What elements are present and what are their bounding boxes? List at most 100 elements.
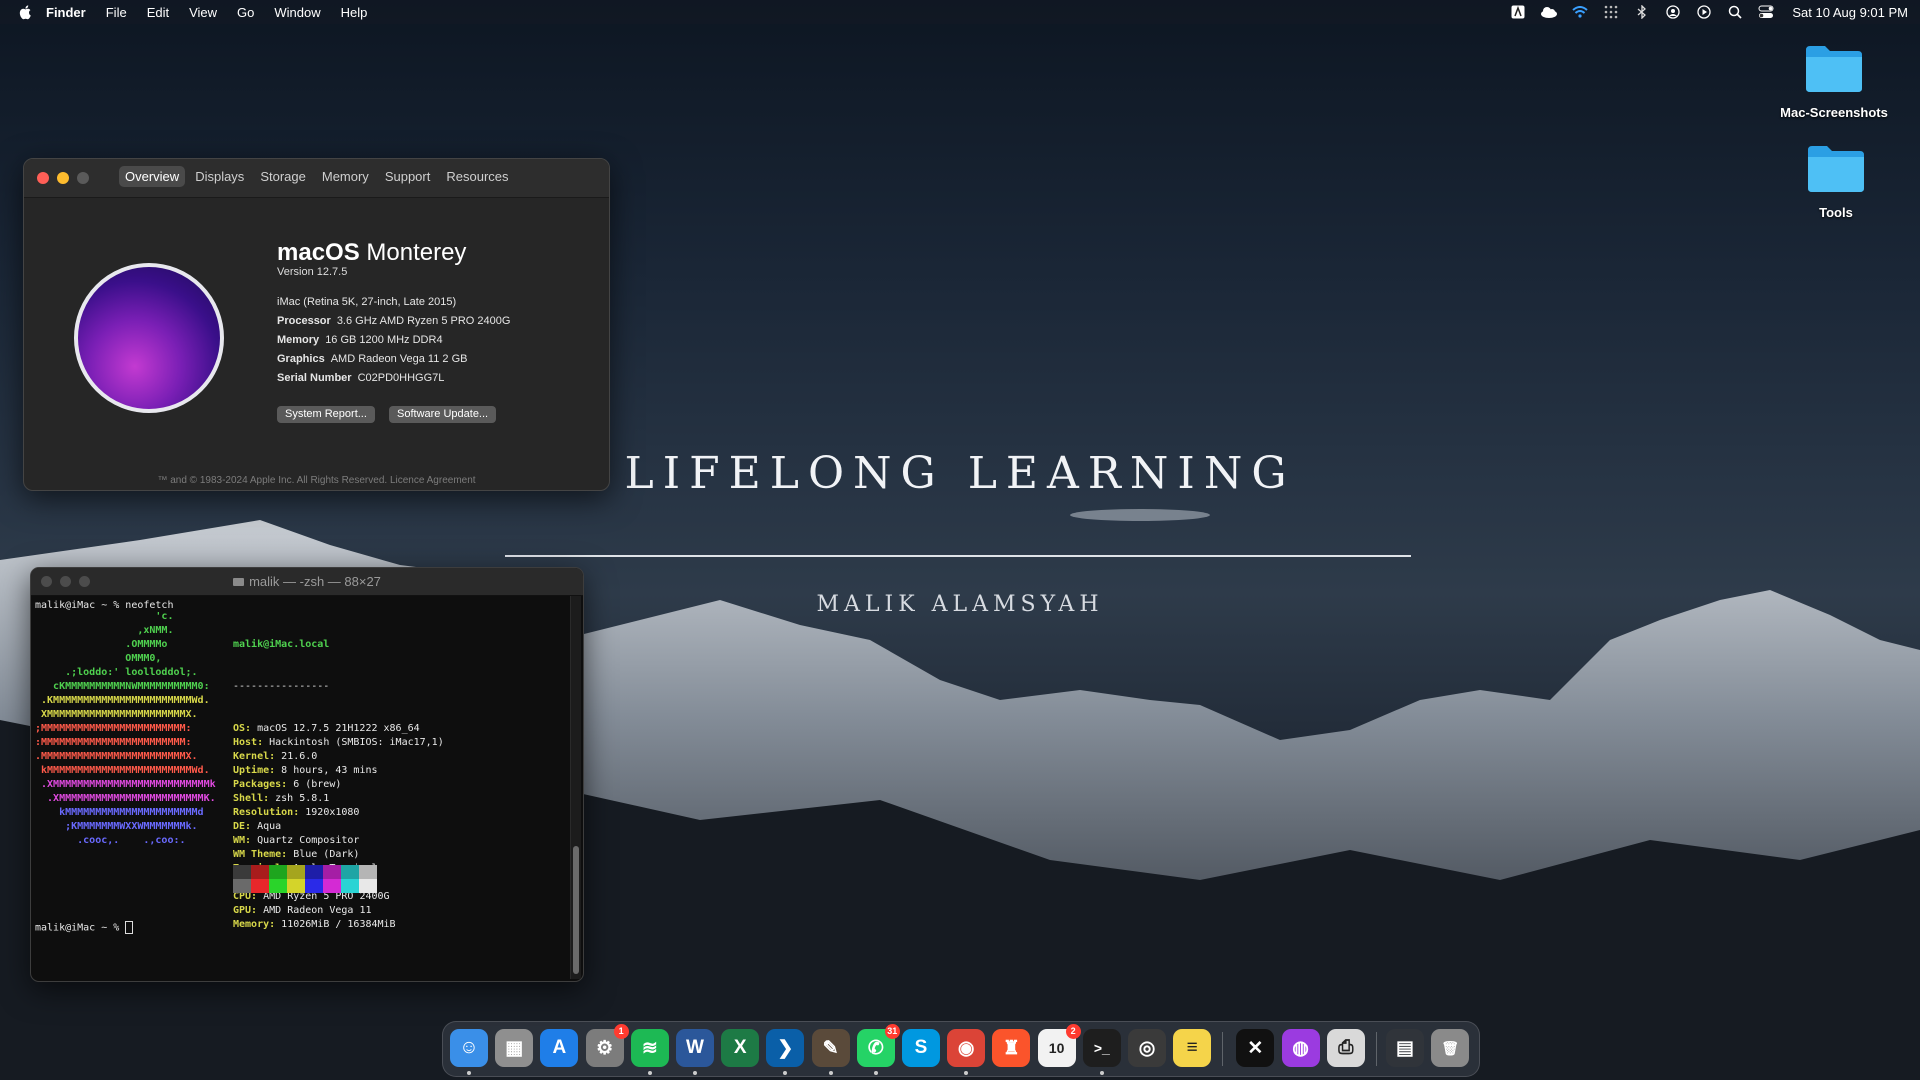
grid-icon[interactable] [1602,4,1619,20]
menu-go[interactable]: Go [237,5,254,20]
menu-app-finder[interactable]: Finder [46,5,86,20]
menubar-clock[interactable]: Sat 10 Aug 9:01 PM [1792,5,1908,20]
now-playing-icon[interactable] [1695,4,1712,20]
info-key: Resolution: [233,807,300,818]
ascii-line: ;MMMMMMMMMMMMMMMMMMMMMMMM: [35,723,192,734]
dock-calendar[interactable]: 10 2 [1037,1024,1081,1067]
dock-podcasts[interactable]: ◍ [1281,1029,1320,1067]
info-key: OS: [233,723,252,734]
info-value: Quartz Compositor [251,835,360,846]
software-update-button[interactable]: Software Update... [389,406,497,423]
dock-word[interactable]: W [676,1029,714,1075]
system-report-button[interactable]: System Report... [277,406,375,423]
tab-displays[interactable]: Displays [189,166,250,187]
user-account-icon[interactable] [1664,4,1681,20]
tab-overview[interactable]: Overview [119,166,186,187]
printer-icon: ⎙ [1338,1037,1354,1058]
color-swatch [233,865,251,879]
spec-graphics: Graphics AMD Radeon Vega 11 2 GB [277,353,467,365]
ascii-line: OMMM0, [35,653,162,664]
dock-whatsapp[interactable]: ✆ 31 [856,1024,900,1075]
spec-processor: Processor 3.6 GHz AMD Ryzen 5 PRO 2400G [277,315,510,327]
ascii-line: kMMMMMMMMMMMMMMMMMMMMMMd [35,807,204,818]
spec-value: 3.6 GHz AMD Ryzen 5 PRO 2400G [336,315,511,327]
calendar-icon: 10 [1048,1040,1065,1056]
ascii-line: .XMMMMMMMMMMMMMMMMMMMMMMMMMMk [35,779,216,790]
shell-prompt[interactable]: malik@iMac ~ % [35,921,134,936]
terminal-window: malik — -zsh — 88×27 malik@iMac ~ % neof… [30,567,584,982]
dock-spotify[interactable]: ≋ [630,1029,669,1075]
wifi-icon[interactable] [1571,4,1588,20]
dock-printer[interactable]: ⎙ [1326,1029,1365,1067]
spotlight-search-icon[interactable] [1726,4,1743,20]
spec-key: Processor [277,315,331,327]
info-key: Uptime: [233,765,276,776]
dock-photos-editor[interactable]: ✎ [811,1029,850,1075]
desktop-folder-tools[interactable]: Tools [1776,142,1896,220]
vscode-icon: ❯ [777,1037,794,1059]
bluetooth-off-icon[interactable] [1633,4,1650,20]
menu-file[interactable]: File [106,5,127,20]
dock-launchpad[interactable]: ▦ [495,1029,534,1067]
info-key: Shell: [233,793,270,804]
tab-storage[interactable]: Storage [254,166,312,187]
tab-support[interactable]: Support [379,166,437,187]
dock-terminal[interactable]: >_ [1082,1029,1121,1075]
menu-view[interactable]: View [189,5,217,20]
spec-key: Graphics [277,353,325,365]
color-swatch [359,879,377,893]
info-key: WM: [233,835,252,846]
running-indicator [964,1071,969,1075]
finder-icon: ☺ [459,1037,479,1058]
dock-app-store[interactable]: A [540,1029,579,1067]
icloud-icon[interactable] [1540,4,1558,20]
control-center-icon[interactable] [1757,4,1774,20]
text-input-icon[interactable] [1509,4,1526,20]
dock-brave[interactable]: ♜ [992,1029,1031,1067]
running-indicator [647,1071,652,1075]
tab-memory[interactable]: Memory [316,166,375,187]
dock-system-preferences[interactable]: ⚙ 1 [585,1024,629,1067]
desktop-folder-mac-screenshots[interactable]: Mac-Screenshots [1774,42,1894,120]
info-value: Blue (Dark) [287,849,360,860]
menu-help[interactable]: Help [341,5,368,20]
dock-excel[interactable]: X [721,1029,760,1067]
minimize-button[interactable] [57,172,69,184]
wallpaper-title: LIFELONG LEARNING [624,448,1296,499]
info-value: macOS 12.7.5 21H1222 x86_64 [251,723,420,734]
info-row: DE: Aqua [233,820,444,834]
scroll-thumb[interactable] [573,846,579,974]
terminal-scrollbar[interactable] [570,596,581,979]
podcasts-icon: ◍ [1292,1037,1309,1059]
dock-trash[interactable]: 🗑 [1431,1029,1470,1067]
dock-downloads-stack[interactable]: ▤ [1386,1029,1424,1067]
info-row: Resolution: 1920x1080 [233,806,444,820]
info-value: 11026MiB / 16384MiB [275,919,396,930]
dock-skype[interactable]: S [902,1029,940,1067]
dock-screenshot[interactable]: ◎ [1128,1029,1166,1067]
ascii-line: .XMMMMMMMMMMMMMMMMMMMMMMMMK. [35,793,216,804]
os-version: Version 12.7.5 [277,266,348,278]
brave-icon: ♜ [1002,1037,1020,1059]
info-value: zsh 5.8.1 [269,793,330,804]
info-key: Kernel: [233,751,276,762]
info-row: Kernel: 21.6.0 [233,750,444,764]
dock-notes[interactable]: ≡ [1173,1029,1212,1067]
apple-logo-icon[interactable] [18,4,34,20]
ascii-line: kMMMMMMMMMMMMMMMMMMMMMMMMWd. [35,765,210,776]
dock-finder[interactable]: ☺ [450,1029,488,1075]
model-name: iMac (Retina 5K, 27-inch, Late 2015) [277,296,457,308]
menu-window[interactable]: Window [274,5,320,20]
spec-value: C02PD0HHGG7L [357,372,445,384]
tab-resources[interactable]: Resources [440,166,514,187]
close-button[interactable] [37,172,49,184]
menu-edit[interactable]: Edit [147,5,169,20]
spec-serial: Serial Number C02PD0HHGG7L [277,372,444,384]
info-value: Hackintosh (SMBIOS: iMac17,1) [263,737,444,748]
info-row: GPU: AMD Radeon Vega 11 [233,904,444,918]
dock-capcut[interactable]: ✕ [1236,1029,1275,1067]
dock-chrome[interactable]: ◉ [947,1029,986,1075]
info-value: 1920x1080 [299,807,360,818]
status-area: Sat 10 Aug 9:01 PM [1509,0,1908,24]
dock-vscode[interactable]: ❯ [766,1029,805,1075]
